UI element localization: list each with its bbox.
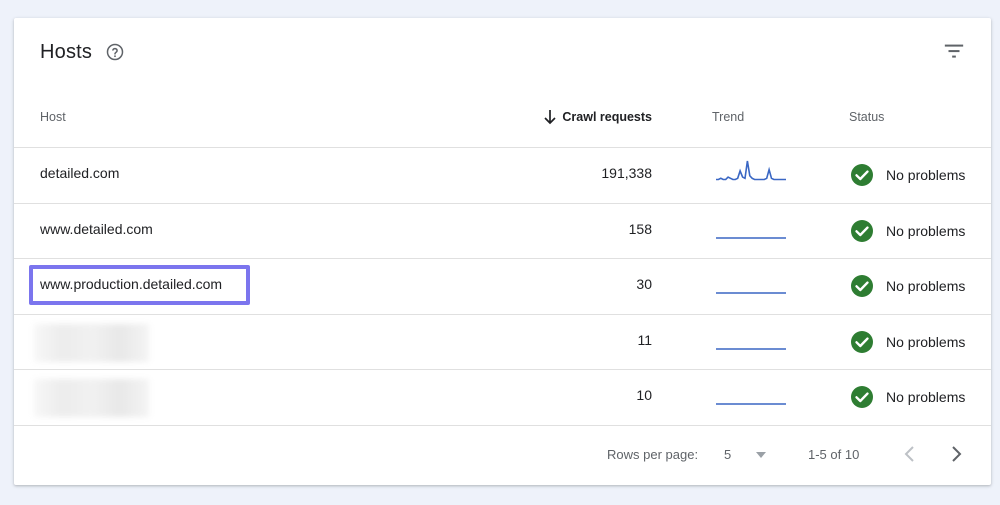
trend-sparkline [716, 347, 786, 350]
status-cell: No problems [850, 274, 965, 298]
trend-sparkline [716, 403, 786, 405]
check-circle-icon [851, 275, 873, 297]
column-header-host[interactable]: Host [40, 110, 66, 124]
trend-sparkline [716, 160, 786, 181]
rows-per-page-select[interactable]: 5 [724, 447, 731, 462]
chevron-down-icon[interactable] [755, 451, 767, 459]
redacted-host [34, 323, 149, 362]
crawl-requests-cell: 191,338 [601, 165, 652, 181]
crawl-requests-cell: 158 [628, 220, 652, 237]
column-header-status[interactable]: Status [849, 110, 884, 124]
help-circle-icon[interactable] [106, 43, 124, 61]
crawl-requests-cell: 11 [637, 331, 652, 348]
status-cell: No problems [850, 385, 965, 409]
crawl-requests-cell: 30 [636, 276, 652, 292]
table-row[interactable]: 11 No problems [14, 313, 991, 369]
host-cell[interactable]: www.detailed.com [40, 221, 153, 237]
pagination-range: 1-5 of 10 [808, 447, 860, 462]
trend-line [716, 160, 786, 181]
status-text: No problems [886, 222, 966, 239]
pagination-footer: Rows per page: 5 1-5 of 10 [14, 425, 991, 485]
check-circle-icon [851, 219, 873, 242]
table-row[interactable]: www.production.detailed.com 30 No problems [14, 258, 991, 313]
hosts-card: Hosts Host Crawl requests Trend Status d… [14, 18, 991, 485]
status-text: No problems [886, 333, 966, 350]
status-text: No problems [886, 389, 966, 405]
card-title: Hosts [40, 41, 93, 63]
check-circle-icon [851, 330, 873, 353]
card-header: Hosts [14, 18, 991, 88]
host-cell[interactable]: detailed.com [40, 165, 119, 181]
status-text: No problems [886, 167, 966, 183]
chevron-left-icon[interactable] [902, 444, 918, 464]
status-cell: No problems [850, 163, 965, 187]
table-row[interactable]: detailed.com 191,338 No problems [14, 147, 991, 202]
check-circle-icon [851, 386, 873, 408]
column-header-trend: Trend [712, 110, 745, 124]
status-cell: No problems [850, 330, 965, 354]
filter-icon[interactable] [943, 40, 965, 62]
trend-sparkline [716, 292, 786, 294]
chevron-right-icon[interactable] [948, 444, 964, 464]
status-cell: No problems [850, 219, 965, 243]
check-circle-icon [851, 164, 873, 186]
table-row[interactable]: www.detailed.com 158 No problems [14, 202, 991, 258]
redacted-host [34, 379, 149, 417]
host-cell[interactable]: www.production.detailed.com [40, 276, 222, 292]
crawl-requests-cell: 10 [636, 387, 652, 403]
table-row[interactable]: 10 No problems [14, 369, 991, 424]
column-header-crawl-requests[interactable]: Crawl requests [542, 110, 652, 124]
rows-per-page-label: Rows per page: [607, 447, 699, 462]
status-text: No problems [886, 278, 966, 294]
trend-sparkline [716, 236, 786, 239]
